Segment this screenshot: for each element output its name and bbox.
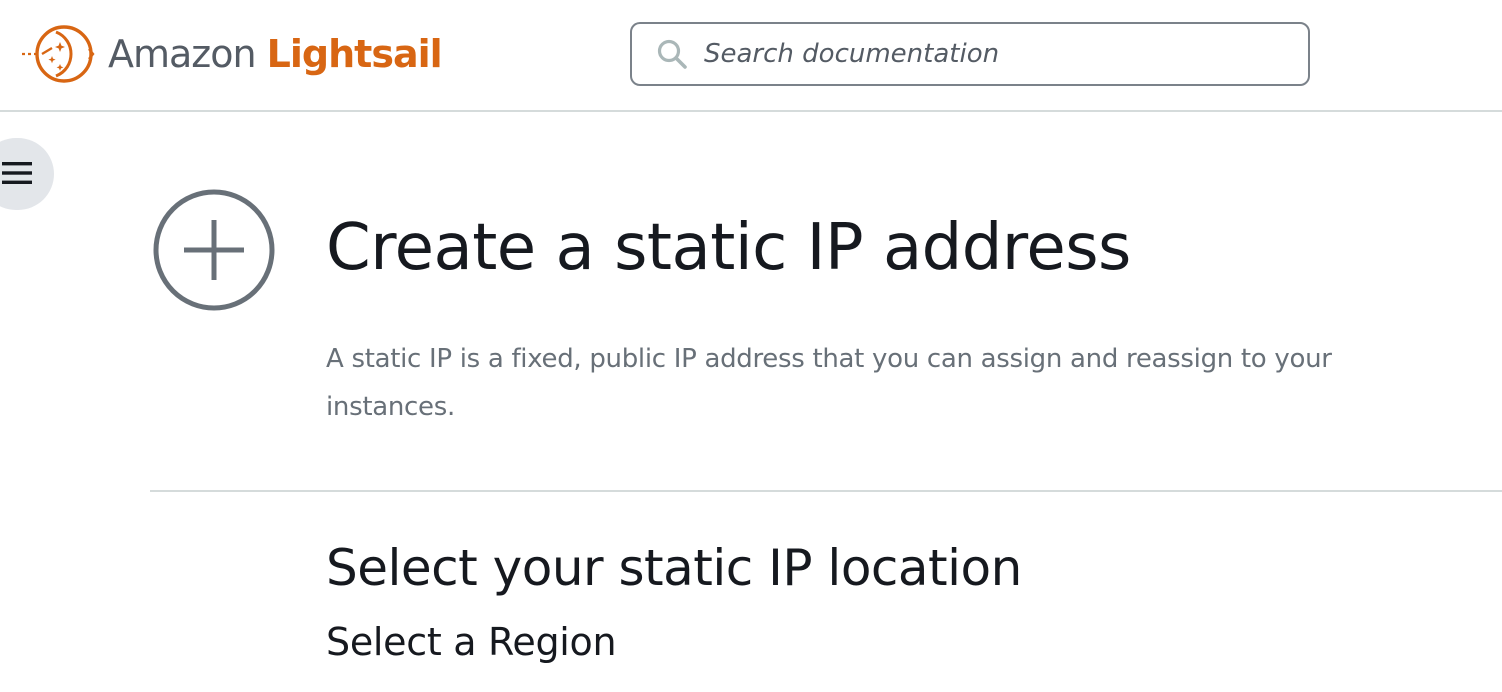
lightsail-logo-icon <box>22 25 95 83</box>
page-title: Create a static IP address <box>326 211 1131 285</box>
region-subtitle: Select a Region <box>326 620 617 664</box>
search-box[interactable] <box>630 22 1310 86</box>
brand-logo-link[interactable]: Amazon Lightsail <box>22 22 443 86</box>
search-input[interactable] <box>704 39 1284 69</box>
plus-circle-icon <box>153 189 275 311</box>
side-nav-toggle-button[interactable] <box>0 138 54 210</box>
section-divider <box>150 490 1502 492</box>
brand-prefix: Amazon <box>108 32 257 76</box>
search-icon <box>657 39 687 69</box>
hamburger-menu-icon <box>2 162 32 184</box>
page-description: A static IP is a fixed, public IP addres… <box>326 344 1332 422</box>
brand-product-name: Lightsail <box>266 32 443 76</box>
location-section-title: Select your static IP location <box>326 539 1022 597</box>
brand-name: Amazon Lightsail <box>108 32 443 76</box>
top-header: Amazon Lightsail <box>0 0 1502 112</box>
